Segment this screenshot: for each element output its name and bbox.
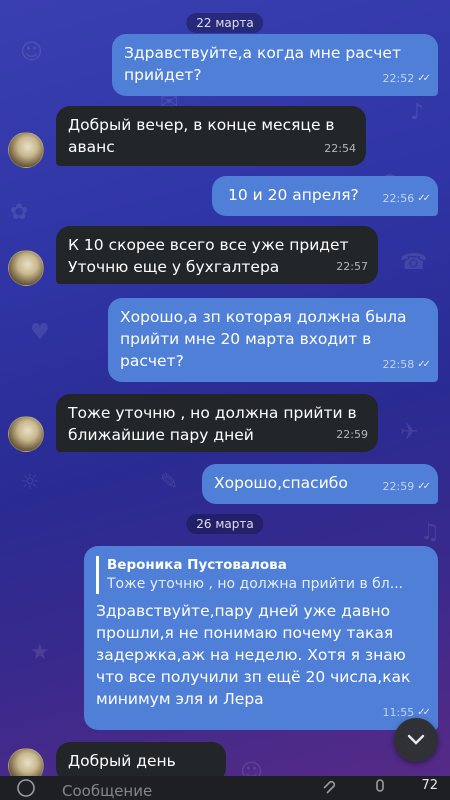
- message-input[interactable]: Сообщение: [62, 782, 152, 800]
- message-text: Тоже уточню , но должна прийти в ближайш…: [68, 404, 357, 444]
- avatar[interactable]: [8, 132, 44, 168]
- reply-snippet: Тоже уточню , но должна прийти в бл...: [107, 576, 404, 592]
- message-incoming[interactable]: Добрый вечер, в конце месяце в аванс 22:…: [56, 106, 366, 166]
- message-time: 22:54: [324, 142, 356, 155]
- message-time: 22:58: [382, 358, 415, 371]
- message-meta: 22:52 ✓✓: [382, 68, 431, 90]
- message-incoming[interactable]: К 10 скорее всего все уже придет Уточню …: [56, 226, 378, 284]
- message-text: Добрый день: [68, 752, 176, 770]
- avatar[interactable]: [8, 416, 44, 452]
- message-text: Здравствуйте,а когда мне расчет прийдет?: [124, 44, 401, 84]
- reply-author: Вероника Пустовалова: [107, 557, 287, 573]
- message-text: Добрый вечер, в конце месяце в аванс: [68, 116, 335, 156]
- message-outgoing[interactable]: Хорошо,а зп которая должна была прийти м…: [108, 298, 438, 382]
- message-time: 22:57: [336, 260, 368, 273]
- message-text: Здравствуйте,пару дней уже давно прошли,…: [96, 602, 411, 708]
- message-input-bar[interactable]: Сообщение: [0, 776, 450, 800]
- message-outgoing[interactable]: Вероника Пустовалова Тоже уточню , но до…: [84, 546, 438, 730]
- emoji-icon[interactable]: [16, 778, 36, 798]
- avatar[interactable]: [8, 250, 44, 286]
- message-time: 22:52: [382, 72, 415, 85]
- message-meta: 22:57: [336, 256, 368, 278]
- scroll-down-button[interactable]: [394, 718, 438, 762]
- message-outgoing[interactable]: Здравствуйте,а когда мне расчет прийдет?…: [112, 34, 438, 96]
- message-meta: 22:58 ✓✓: [382, 354, 431, 376]
- message-meta: 22:59 ✓✓: [382, 476, 431, 498]
- message-time: 22:59: [382, 480, 415, 493]
- microphone-icon[interactable]: [370, 778, 390, 798]
- paperclip-icon[interactable]: [318, 778, 338, 798]
- message-time: 22:56: [382, 192, 415, 205]
- message-time: 22:59: [336, 428, 368, 441]
- message-outgoing[interactable]: Хорошо,спасибо 22:59 ✓✓: [202, 464, 438, 504]
- double-check-icon: ✓✓: [417, 359, 431, 370]
- message-incoming[interactable]: Тоже уточню , но должна прийти в ближайш…: [56, 394, 378, 452]
- reply-quote[interactable]: Вероника Пустовалова Тоже уточню , но до…: [96, 556, 426, 594]
- message-outgoing[interactable]: 10 и 20 апреля? 22:56 ✓✓: [212, 176, 438, 216]
- date-separator: 22 марта: [186, 13, 264, 33]
- double-check-icon: ✓✓: [417, 73, 431, 84]
- message-counter: 72: [421, 778, 438, 793]
- double-check-icon: ✓✓: [417, 193, 431, 204]
- message-meta: 22:59: [336, 424, 368, 446]
- double-check-icon: ✓✓: [417, 481, 431, 492]
- message-text: К 10 скорее всего все уже придет Уточню …: [68, 236, 349, 276]
- date-separator: 26 марта: [186, 514, 264, 534]
- chevron-down-icon: [407, 734, 425, 745]
- message-meta: 22:54: [324, 138, 356, 160]
- message-meta: 22:56 ✓✓: [382, 188, 431, 210]
- message-text: Хорошо,а зп которая должна была прийти м…: [120, 308, 407, 370]
